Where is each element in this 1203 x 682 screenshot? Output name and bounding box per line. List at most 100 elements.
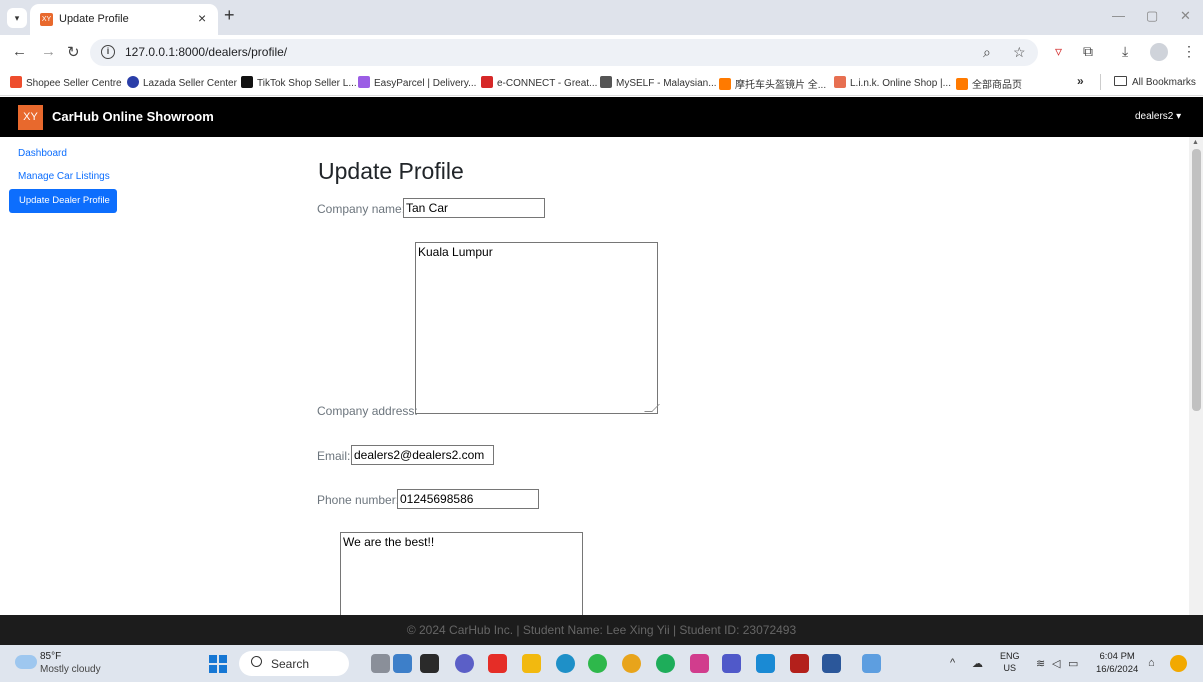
cloud-icon[interactable]: [15, 655, 37, 669]
browser-tab-strip: ▾ XY Update Profile × + — ▢ ✕: [0, 0, 1203, 35]
edge-browser-icon[interactable]: [556, 654, 575, 673]
office-app-icon[interactable]: [690, 654, 709, 673]
easyparcel-icon: [358, 76, 370, 88]
browser-toolbar: ← → ↻ i 127.0.0.1:8000/dealers/profile/ …: [0, 35, 1203, 69]
tray-chevron-up-icon[interactable]: ^: [950, 657, 955, 669]
bookmarks-bar: Shopee Seller Centre Lazada Seller Cente…: [0, 69, 1203, 96]
volume-icon[interactable]: ◁: [1052, 657, 1060, 670]
task-view-icon[interactable]: [371, 654, 390, 673]
profile-avatar[interactable]: [1150, 43, 1168, 61]
wifi-icon[interactable]: ≋: [1036, 657, 1045, 670]
scroll-up-arrow-icon[interactable]: ▲: [1192, 139, 1199, 146]
page-scrollbar[interactable]: ▲: [1189, 137, 1203, 615]
forward-arrow-icon[interactable]: →: [41, 43, 56, 60]
bookmark-helmet[interactable]: 摩托车头盔镜片 全...: [719, 76, 826, 91]
word-icon[interactable]: [822, 654, 841, 673]
extensions-puzzle-icon[interactable]: ⧉: [1083, 43, 1093, 60]
chrome-icon[interactable]: [622, 654, 641, 673]
tab-title: Update Profile: [59, 13, 129, 25]
company-name-label: Company name:: [317, 202, 406, 216]
shopee-icon: [10, 76, 22, 88]
windows-start-icon[interactable]: [209, 655, 227, 673]
weather-temperature[interactable]: 85°F: [40, 651, 61, 662]
chat-app-icon[interactable]: [455, 654, 474, 673]
scroll-thumb[interactable]: [1192, 149, 1201, 411]
site-footer: © 2024 CarHub Inc. | Student Name: Lee X…: [0, 615, 1203, 645]
bookmark-all-products[interactable]: 全部商品页: [956, 76, 1022, 91]
link-shop-icon: [834, 76, 846, 88]
restore-icon[interactable]: ▢: [1146, 8, 1158, 24]
bookmark-shopee[interactable]: Shopee Seller Centre: [10, 76, 122, 89]
system-clock[interactable]: 6:04 PM 16/6/2024: [1096, 650, 1138, 676]
teams-icon[interactable]: [722, 654, 741, 673]
bookmark-star-icon[interactable]: ☆: [1013, 44, 1026, 61]
folder-icon: [1114, 76, 1127, 86]
tab-search-chevron-icon[interactable]: ▾: [7, 8, 27, 28]
econnect-icon: [481, 76, 493, 88]
company-address-label: Company address:: [317, 404, 418, 418]
whatsapp-icon[interactable]: [656, 654, 675, 673]
file-explorer-icon[interactable]: [522, 654, 541, 673]
desktop-app-icon[interactable]: [420, 654, 439, 673]
windows-taskbar: 85°F Mostly cloudy Search ^ ☁ ENG US ≋ ◁…: [0, 645, 1203, 682]
reload-icon[interactable]: ↻: [67, 43, 80, 61]
site-info-icon[interactable]: i: [101, 45, 115, 59]
downloads-icon[interactable]: ⤓: [1122, 43, 1128, 60]
onedrive-cloud-icon[interactable]: ☁: [972, 657, 983, 670]
email-label: Email:: [317, 449, 351, 463]
phone-number-label: Phone number:: [317, 493, 400, 507]
new-tab-icon[interactable]: +: [224, 5, 235, 26]
bookmark-econnect[interactable]: e-CONNECT - Great...: [481, 76, 597, 89]
browser-menu-icon[interactable]: ⋮: [1182, 43, 1196, 60]
address-bar[interactable]: i 127.0.0.1:8000/dealers/profile/ ⌕ ☆: [90, 39, 1038, 66]
browser-tab-update-profile[interactable]: XY Update Profile ×: [30, 4, 218, 35]
shop-icon: [719, 78, 731, 90]
site-logo[interactable]: XY: [18, 105, 43, 130]
extension-shield-icon[interactable]: ▿: [1055, 43, 1062, 60]
gallery-app-icon[interactable]: [393, 654, 412, 673]
minimize-icon[interactable]: —: [1112, 8, 1125, 23]
user-dropdown[interactable]: dealers2 ▾: [1135, 111, 1181, 122]
email-input[interactable]: [351, 445, 494, 465]
bookmarks-overflow-icon[interactable]: »: [1077, 74, 1084, 88]
search-icon: [251, 656, 262, 667]
zoom-icon[interactable]: ⌕: [983, 44, 991, 61]
phone-number-input[interactable]: [397, 489, 539, 509]
page-title: Update Profile: [318, 158, 464, 184]
battery-icon[interactable]: ▭: [1068, 657, 1078, 670]
sidebar-item-update-dealer-profile[interactable]: Update Dealer Profile: [9, 189, 117, 213]
copilot-icon[interactable]: [1170, 655, 1187, 672]
company-address-textarea[interactable]: Kuala Lumpur: [415, 242, 658, 414]
notifications-icon[interactable]: ⌂: [1148, 657, 1155, 669]
back-arrow-icon[interactable]: ←: [12, 43, 27, 60]
tab-close-icon[interactable]: ×: [198, 10, 206, 26]
bookmark-myself[interactable]: MySELF - Malaysian...: [600, 76, 717, 89]
acrobat-icon[interactable]: [790, 654, 809, 673]
network-app-icon[interactable]: [862, 654, 881, 673]
bookmark-link-shop[interactable]: L.i.n.k. Online Shop |...: [834, 76, 951, 89]
myself-icon: [600, 76, 612, 88]
site-brand[interactable]: CarHub Online Showroom: [52, 109, 214, 124]
sidebar-item-dashboard[interactable]: Dashboard: [18, 148, 67, 159]
weather-description[interactable]: Mostly cloudy: [40, 664, 101, 675]
site-navbar: XY CarHub Online Showroom dealers2 ▾: [0, 97, 1203, 137]
bookmark-tiktok[interactable]: TikTok Shop Seller L...: [241, 76, 357, 89]
bookmark-lazada[interactable]: Lazada Seller Center: [127, 76, 237, 89]
close-window-icon[interactable]: ✕: [1180, 8, 1191, 24]
taskbar-search[interactable]: Search: [239, 651, 349, 676]
sidebar-item-manage-car-listings[interactable]: Manage Car Listings: [18, 171, 110, 182]
youtube-icon[interactable]: [488, 654, 507, 673]
all-bookmarks-button[interactable]: All Bookmarks: [1114, 76, 1196, 88]
tiktok-icon: [241, 76, 253, 88]
bookmarks-divider: [1100, 74, 1101, 90]
description-textarea[interactable]: We are the best!!: [340, 532, 583, 616]
wechat-icon[interactable]: [588, 654, 607, 673]
language-indicator[interactable]: ENG US: [1000, 650, 1020, 674]
url-text: 127.0.0.1:8000/dealers/profile/: [125, 45, 288, 59]
company-name-input[interactable]: [403, 198, 545, 218]
tab-favicon-icon: XY: [40, 13, 53, 26]
lazada-icon: [127, 76, 139, 88]
taskbar-search-label: Search: [271, 657, 310, 671]
vscode-icon[interactable]: [756, 654, 775, 673]
bookmark-easyparcel[interactable]: EasyParcel | Delivery...: [358, 76, 476, 89]
